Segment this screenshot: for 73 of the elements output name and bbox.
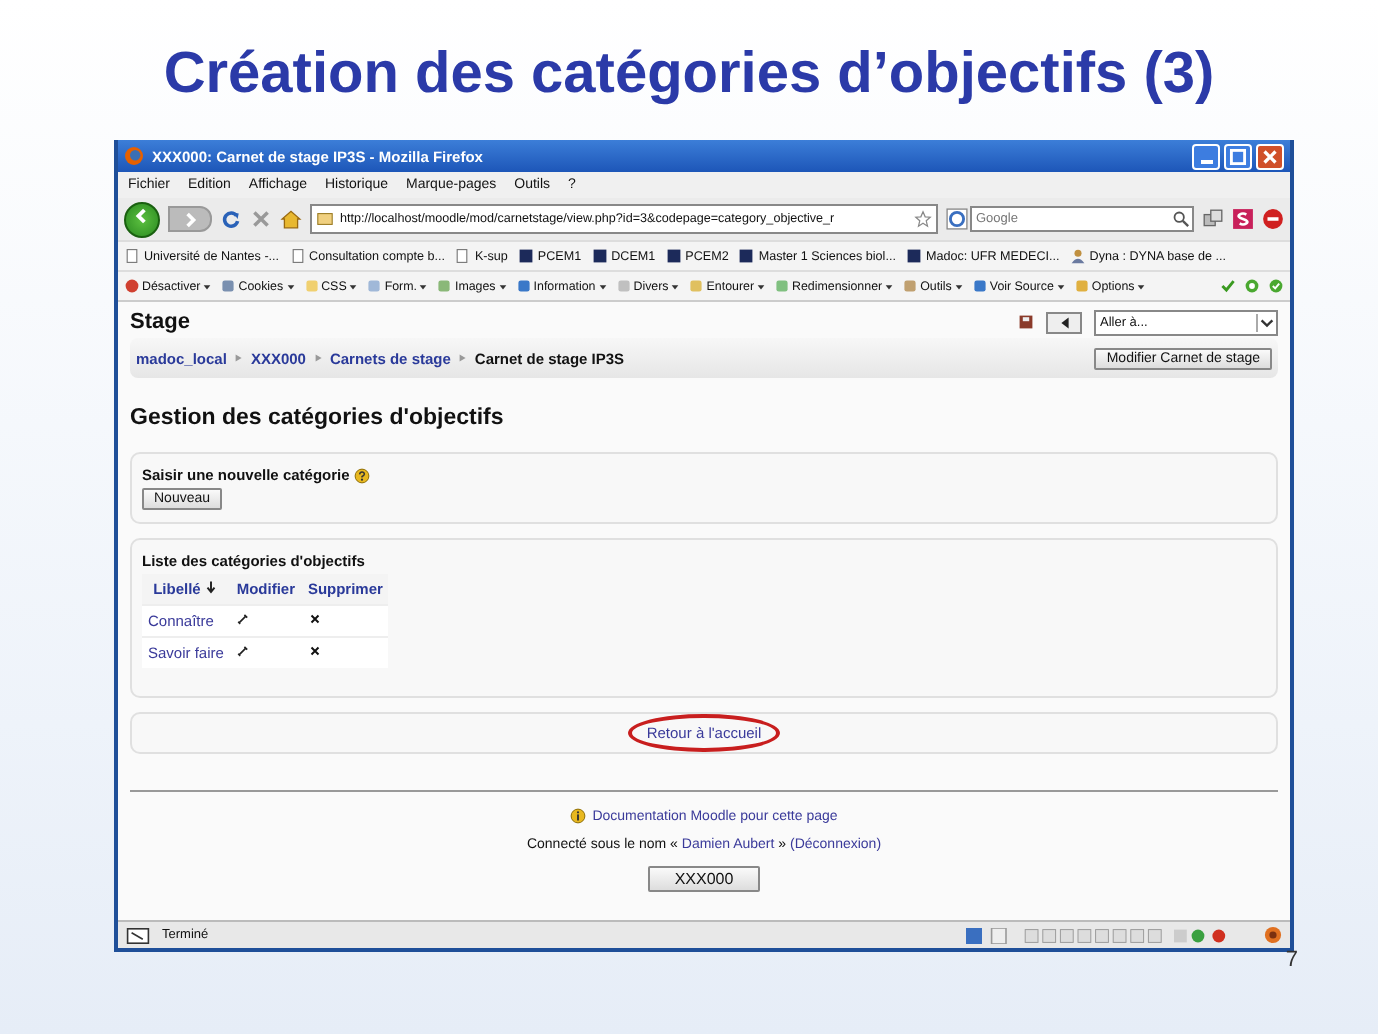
check-icon[interactable] [1220, 278, 1236, 294]
caret-icon [884, 281, 895, 291]
caret-icon [202, 281, 213, 291]
caret-icon [418, 281, 429, 291]
site-title: Stage [130, 310, 190, 334]
caret-icon [285, 281, 296, 291]
tool-icon [436, 278, 453, 294]
reload-icon[interactable] [220, 208, 242, 230]
caret-icon [497, 281, 508, 291]
slide-number: 7 [1285, 948, 1298, 972]
search-icon[interactable] [1172, 210, 1190, 228]
previous-button[interactable] [1046, 311, 1082, 333]
help-icon[interactable] [353, 467, 370, 483]
windows-icon[interactable] [1202, 208, 1224, 230]
search-engine-icon[interactable] [946, 208, 968, 230]
dark-square-icon [738, 248, 755, 264]
caret-icon [1136, 281, 1147, 291]
close-button[interactable] [1256, 143, 1284, 169]
sort-arrow-icon [204, 580, 219, 594]
site-icon [316, 210, 334, 228]
page-heading: Gestion des catégories d'objectifs [130, 406, 506, 430]
tool-icon [366, 278, 383, 294]
caret-icon [953, 281, 964, 291]
status-monitor-icon [126, 927, 150, 943]
close-icon [1258, 145, 1282, 167]
delete-icon[interactable] [307, 612, 322, 626]
tool-icon [515, 278, 532, 294]
tool-icon [303, 278, 320, 294]
tool-icon [124, 278, 140, 294]
tool-icon [1073, 278, 1090, 294]
edit-icon[interactable] [235, 612, 250, 626]
floppy-icon[interactable] [1018, 314, 1034, 330]
minimize-icon [1200, 159, 1214, 163]
caret-icon [670, 281, 681, 291]
user-icon [1069, 248, 1086, 264]
edit-icon[interactable] [235, 644, 250, 658]
browser-logo-icon [124, 146, 144, 166]
delete-icon[interactable] [307, 644, 322, 658]
tool-icon [902, 278, 919, 294]
minimize-button[interactable] [1192, 143, 1220, 169]
square-logo-icon[interactable] [1232, 208, 1254, 230]
maximize-icon [1226, 145, 1250, 167]
tool-icon [220, 278, 237, 294]
caret-icon [1055, 281, 1066, 291]
slide-title: Création des catégories d’objectifs (3) [161, 40, 1217, 108]
dark-square-icon [517, 248, 534, 264]
page-icon [124, 248, 140, 264]
page-icon [454, 248, 471, 264]
caret-icon [348, 281, 359, 291]
back-button[interactable] [124, 201, 160, 237]
stop-sign-icon[interactable] [1262, 208, 1284, 230]
check-circle-icon[interactable] [1268, 278, 1284, 294]
caret-icon [756, 281, 767, 291]
star-icon[interactable] [914, 210, 932, 228]
dark-square-icon [665, 248, 682, 264]
maximize-button[interactable] [1224, 143, 1252, 169]
tool-icon [615, 278, 632, 294]
caret-icon [597, 281, 608, 291]
info-icon [570, 808, 587, 824]
dark-square-icon [905, 248, 922, 264]
breadcrumb-separator-icon [311, 352, 324, 364]
page-icon [289, 248, 306, 264]
ring-icon[interactable] [1244, 278, 1260, 294]
tool-icon [971, 278, 988, 294]
home-icon[interactable] [280, 208, 302, 230]
course-button[interactable]: XXX000 [648, 866, 760, 892]
breadcrumb-separator-icon [232, 352, 245, 364]
dark-square-icon [591, 248, 608, 264]
firebug-icon[interactable] [1264, 926, 1282, 944]
tool-icon [774, 278, 791, 294]
dropdown-arrow-icon [1256, 313, 1276, 331]
breadcrumb-separator-icon [456, 352, 469, 364]
tool-icon [688, 278, 705, 294]
